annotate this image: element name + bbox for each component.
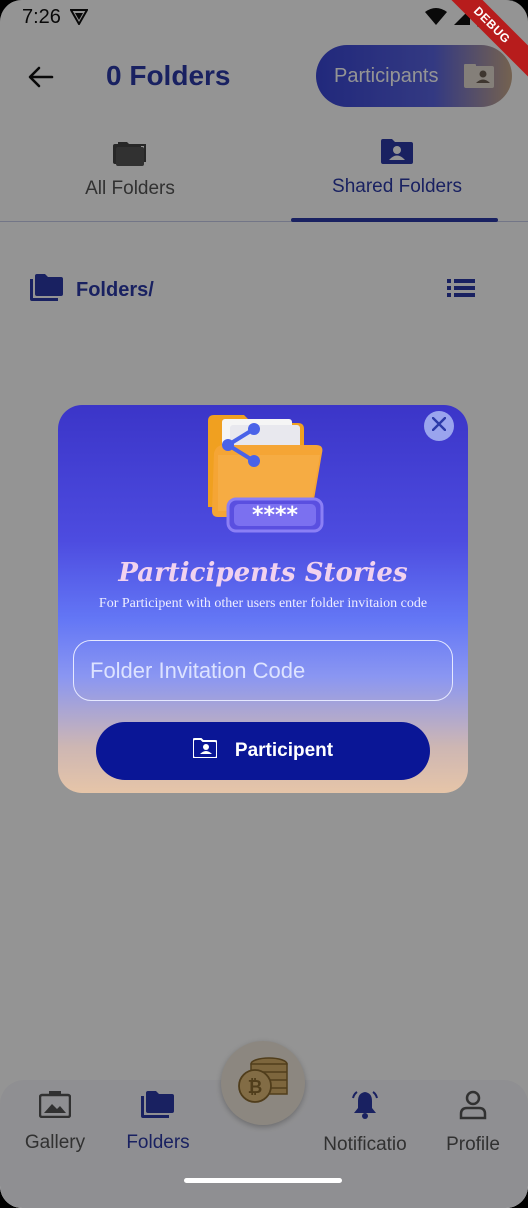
code-mask-text: **** (252, 503, 299, 528)
dialog-subtitle: For Participent with other users enter f… (98, 596, 428, 611)
invitation-dialog: **** Participents Stories For Participen… (58, 405, 468, 793)
shared-folder-illustration: **** (204, 411, 326, 540)
invitation-code-input[interactable] (73, 640, 453, 701)
contact-card-icon (191, 738, 218, 764)
close-dialog-button[interactable] (424, 411, 454, 441)
close-icon (431, 416, 447, 436)
dialog-title: Participents Stories (118, 558, 408, 588)
app-screen: 7:26 DEBUG 0 Folders Participants All Fo… (0, 0, 528, 1208)
participent-button-label: Participent (234, 740, 334, 761)
home-indicator[interactable] (184, 1178, 342, 1183)
participent-button[interactable]: Participent (96, 722, 430, 780)
